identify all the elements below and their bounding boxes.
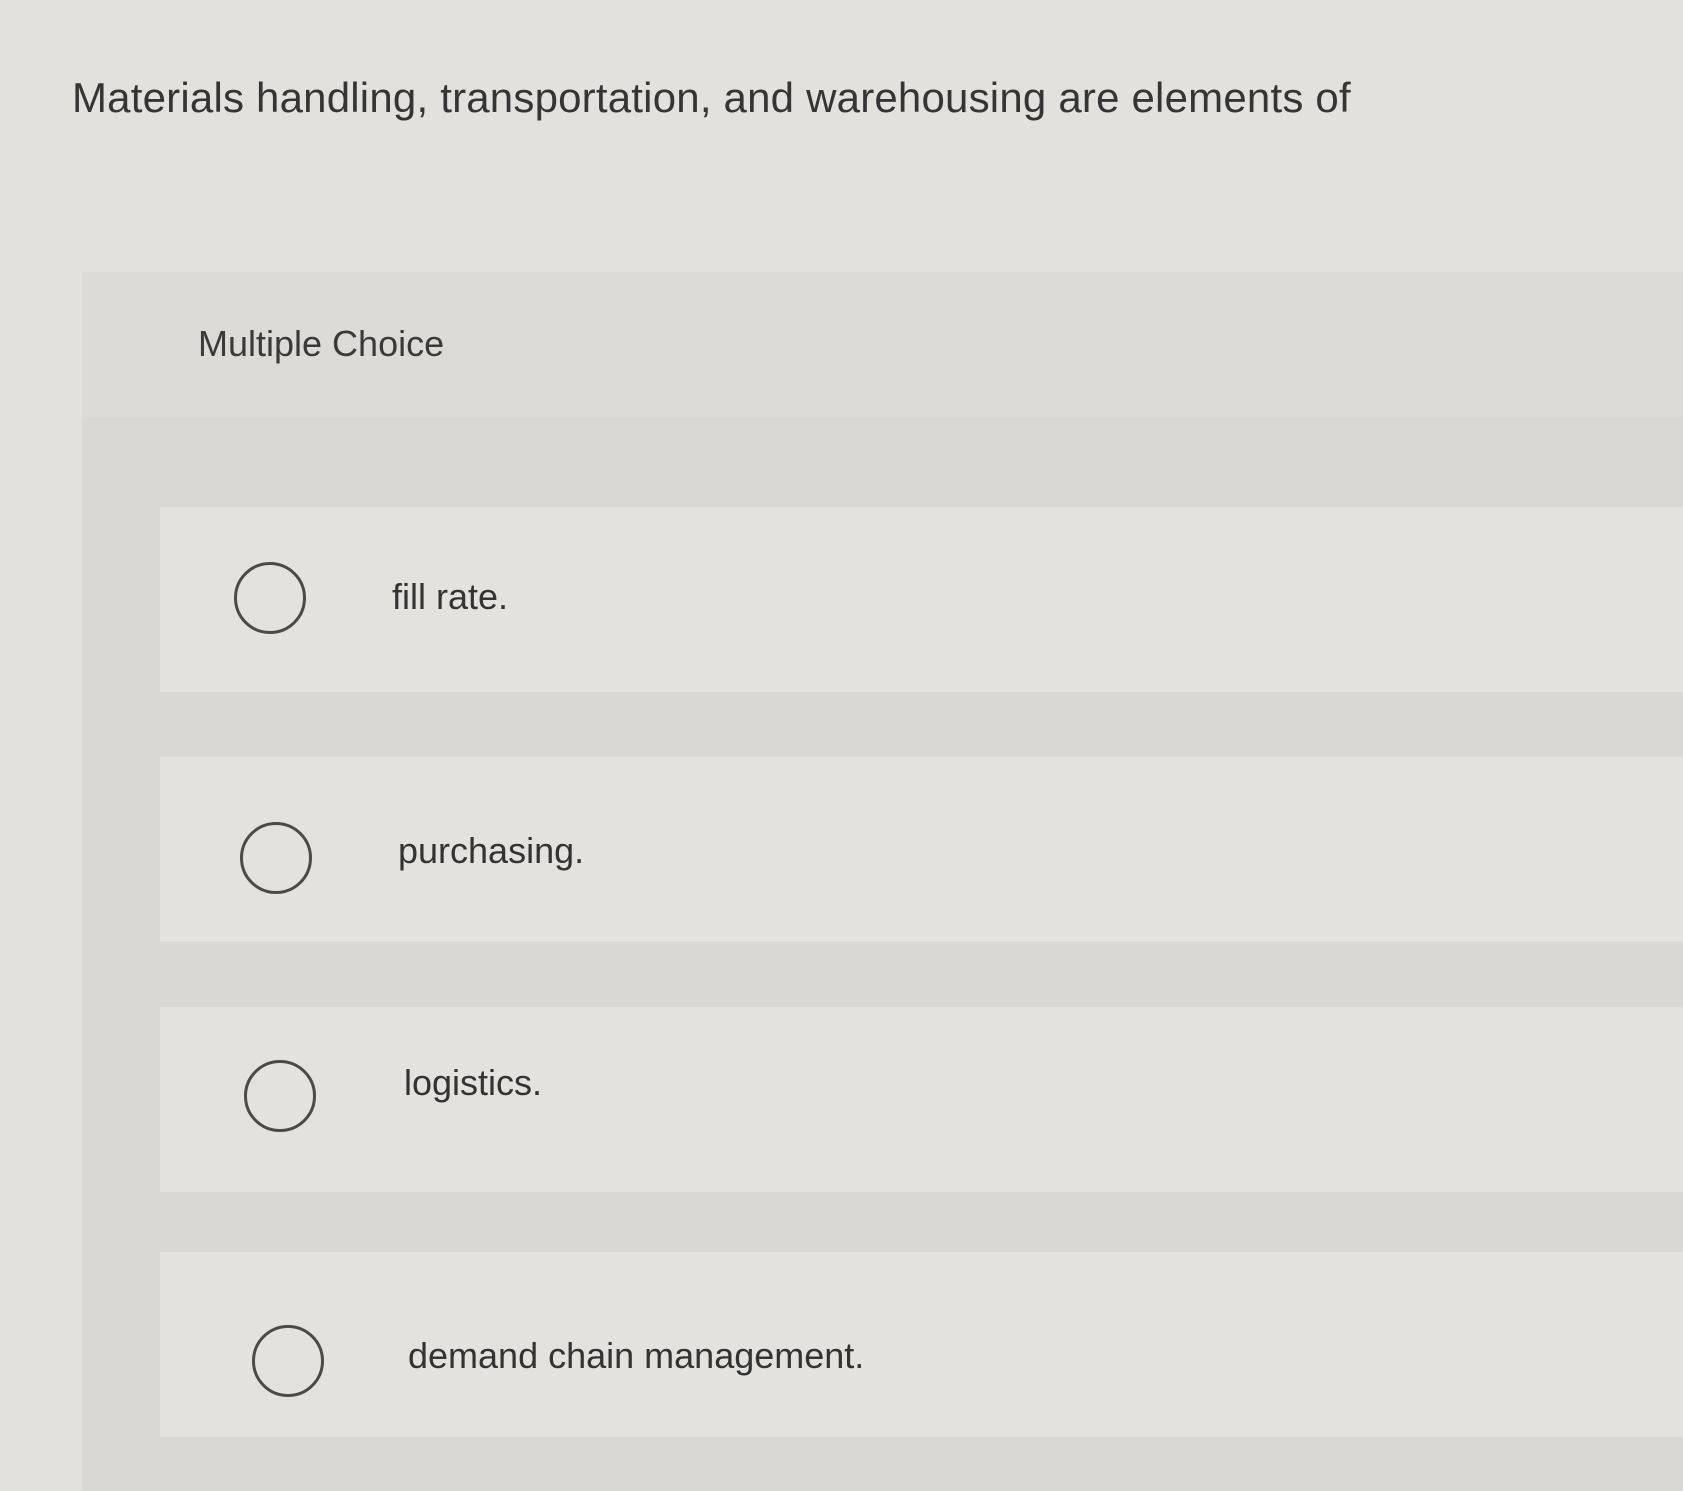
radio-button-icon[interactable] xyxy=(252,1325,324,1397)
answer-option-logistics[interactable]: logistics. xyxy=(160,1007,1683,1192)
answer-option-demand-chain-management[interactable]: demand chain management. xyxy=(160,1252,1683,1437)
multiple-choice-header: Multiple Choice xyxy=(82,272,1683,417)
radio-button-icon[interactable] xyxy=(244,1060,316,1132)
radio-button-icon[interactable] xyxy=(234,562,306,634)
radio-button-icon[interactable] xyxy=(240,822,312,894)
answer-option-label: purchasing. xyxy=(398,830,585,871)
multiple-choice-panel: Multiple Choice fill rate. purchasing. l… xyxy=(82,272,1683,1491)
answer-option-label: fill rate. xyxy=(392,576,509,617)
answer-option-label: demand chain management. xyxy=(408,1335,865,1376)
question-text: Materials handling, transportation, and … xyxy=(72,74,1351,121)
answer-option-purchasing[interactable]: purchasing. xyxy=(160,757,1683,942)
answer-option-fill-rate[interactable]: fill rate. xyxy=(160,507,1683,692)
answer-option-label: logistics. xyxy=(404,1062,543,1103)
multiple-choice-label: Multiple Choice xyxy=(198,323,445,364)
